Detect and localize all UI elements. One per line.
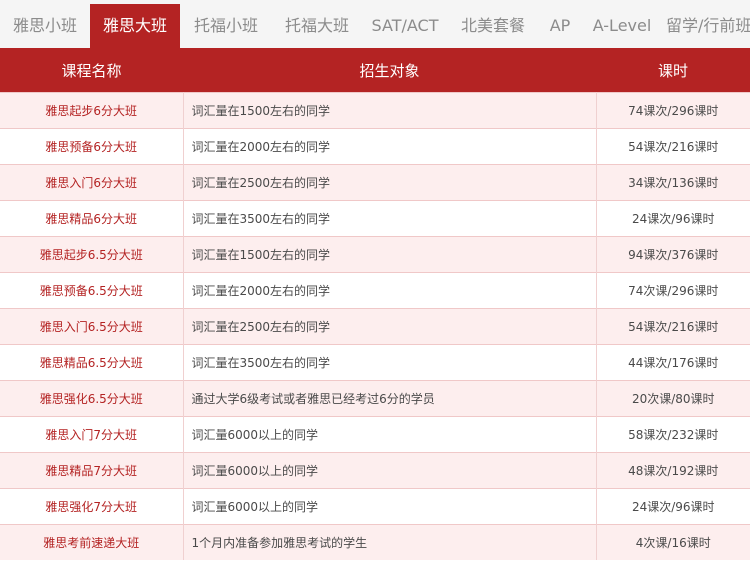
table-row: 雅思入门7分大班 词汇量6000以上的同学 58课次/232课时: [0, 416, 750, 453]
course-name-cell[interactable]: 雅思预备6分大班: [0, 128, 184, 165]
table-row: 雅思精品7分大班 词汇量6000以上的同学 48课次/192课时: [0, 452, 750, 489]
course-name-cell[interactable]: 雅思精品7分大班: [0, 452, 184, 489]
hours-cell: 74次课/296课时: [596, 272, 750, 309]
target-cell: 词汇量6000以上的同学: [183, 452, 597, 489]
course-name-cell[interactable]: 雅思考前速递大班: [0, 524, 184, 560]
hours-cell: 54课次/216课时: [596, 308, 750, 345]
target-cell: 词汇量在2000左右的同学: [183, 272, 597, 309]
target-cell: 1个月内准备参加雅思考试的学生: [183, 524, 597, 560]
tab-study-abroad[interactable]: 留学/行前班: [666, 4, 750, 48]
course-name-cell[interactable]: 雅思入门6.5分大班: [0, 308, 184, 345]
tab-na-package[interactable]: 北美套餐: [448, 4, 538, 48]
table-row: 雅思强化7分大班 词汇量6000以上的同学 24课次/96课时: [0, 488, 750, 525]
hours-cell: 24课次/96课时: [596, 200, 750, 237]
target-cell: 词汇量在2000左右的同学: [183, 128, 597, 165]
target-cell: 词汇量6000以上的同学: [183, 488, 597, 525]
table-row: 雅思起步6分大班 词汇量在1500左右的同学 74课次/296课时: [0, 92, 750, 129]
course-name-cell[interactable]: 雅思精品6.5分大班: [0, 344, 184, 381]
table-row: 雅思入门6.5分大班 词汇量在2500左右的同学 54课次/216课时: [0, 308, 750, 345]
tab-sat-act[interactable]: SAT/ACT: [362, 4, 448, 48]
table-row: 雅思考前速递大班 1个月内准备参加雅思考试的学生 4次课/16课时: [0, 524, 750, 560]
course-name-cell[interactable]: 雅思入门7分大班: [0, 416, 184, 453]
table-header-row: 课程名称 招生对象 课时: [0, 48, 750, 93]
table-row: 雅思精品6.5分大班 词汇量在3500左右的同学 44课次/176课时: [0, 344, 750, 381]
table-row: 雅思入门6分大班 词汇量在2500左右的同学 34课次/136课时: [0, 164, 750, 201]
target-cell: 词汇量在3500左右的同学: [183, 200, 597, 237]
table-row: 雅思精品6分大班 词汇量在3500左右的同学 24课次/96课时: [0, 200, 750, 237]
header-course-name: 课程名称: [0, 48, 183, 93]
tab-a-level[interactable]: A-Level: [582, 4, 662, 48]
tab-toefl-large[interactable]: 托福大班: [272, 4, 362, 48]
hours-cell: 20次课/80课时: [596, 380, 750, 417]
target-cell: 词汇量在2500左右的同学: [183, 164, 597, 201]
tab-ielts-large[interactable]: 雅思大班: [90, 4, 180, 48]
target-cell: 词汇量在1500左右的同学: [183, 92, 597, 129]
hours-cell: 74课次/296课时: [596, 92, 750, 129]
course-name-cell[interactable]: 雅思起步6.5分大班: [0, 236, 184, 273]
table-row: 雅思预备6分大班 词汇量在2000左右的同学 54课次/216课时: [0, 128, 750, 165]
course-name-cell[interactable]: 雅思精品6分大班: [0, 200, 184, 237]
course-name-cell[interactable]: 雅思预备6.5分大班: [0, 272, 184, 309]
hours-cell: 94课次/376课时: [596, 236, 750, 273]
header-hours: 课时: [596, 48, 750, 93]
tab-toefl-small[interactable]: 托福小班: [180, 4, 272, 48]
course-name-cell[interactable]: 雅思强化7分大班: [0, 488, 184, 525]
hours-cell: 58课次/232课时: [596, 416, 750, 453]
table-row: 雅思起步6.5分大班 词汇量在1500左右的同学 94课次/376课时: [0, 236, 750, 273]
table-row: 雅思预备6.5分大班 词汇量在2000左右的同学 74次课/296课时: [0, 272, 750, 309]
target-cell: 词汇量在1500左右的同学: [183, 236, 597, 273]
course-tabs: 雅思小班 雅思大班 托福小班 托福大班 SAT/ACT 北美套餐 AP A-Le…: [0, 0, 750, 48]
tab-ap[interactable]: AP: [538, 4, 582, 48]
hours-cell: 54课次/216课时: [596, 128, 750, 165]
target-cell: 词汇量在2500左右的同学: [183, 308, 597, 345]
course-name-cell[interactable]: 雅思强化6.5分大班: [0, 380, 184, 417]
course-name-cell[interactable]: 雅思起步6分大班: [0, 92, 184, 129]
target-cell: 通过大学6级考试或者雅思已经考过6分的学员: [183, 380, 597, 417]
course-name-cell[interactable]: 雅思入门6分大班: [0, 164, 184, 201]
hours-cell: 4次课/16课时: [596, 524, 750, 560]
hours-cell: 48课次/192课时: [596, 452, 750, 489]
header-target: 招生对象: [183, 48, 596, 93]
target-cell: 词汇量6000以上的同学: [183, 416, 597, 453]
hours-cell: 44课次/176课时: [596, 344, 750, 381]
tab-ielts-small[interactable]: 雅思小班: [0, 4, 90, 48]
target-cell: 词汇量在3500左右的同学: [183, 344, 597, 381]
course-table: 课程名称 招生对象 课时 雅思起步6分大班 词汇量在1500左右的同学 74课次…: [0, 48, 750, 560]
hours-cell: 24课次/96课时: [596, 488, 750, 525]
hours-cell: 34课次/136课时: [596, 164, 750, 201]
table-row: 雅思强化6.5分大班 通过大学6级考试或者雅思已经考过6分的学员 20次课/80…: [0, 380, 750, 417]
